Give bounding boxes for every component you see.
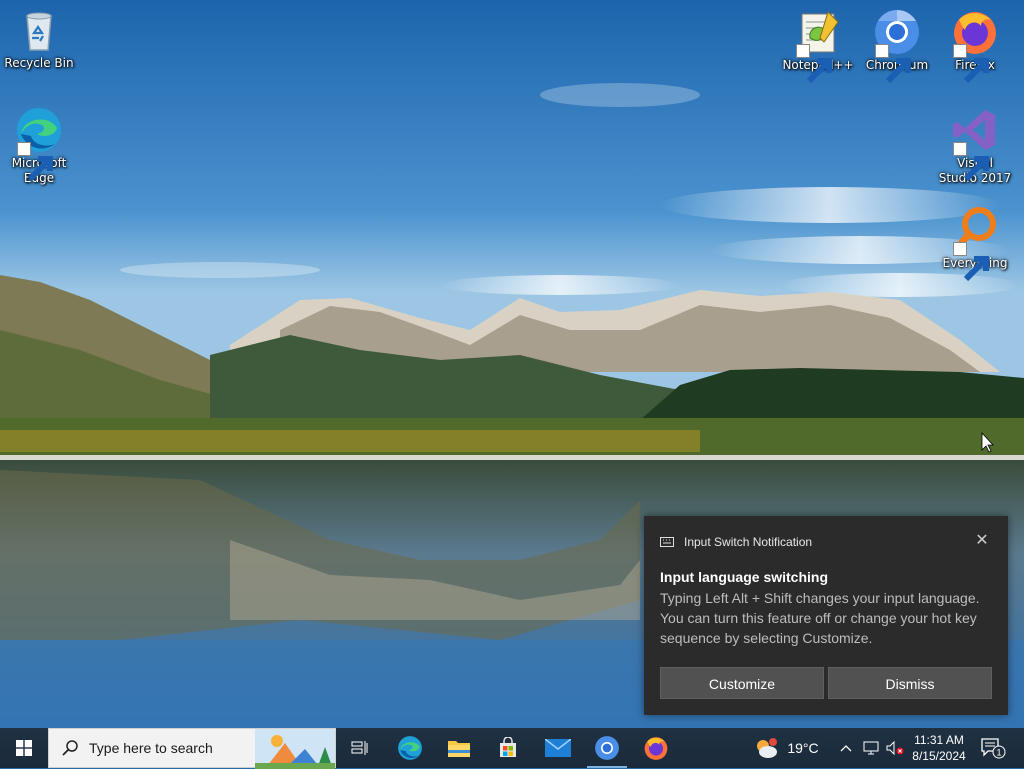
visual-studio-icon bbox=[951, 106, 999, 182]
edge-icon bbox=[15, 106, 63, 182]
task-view-icon bbox=[351, 741, 368, 755]
taskbar-firefox-button[interactable] bbox=[632, 728, 680, 768]
shortcut-arrow-icon bbox=[953, 44, 989, 84]
windows-logo-icon bbox=[16, 740, 32, 756]
clock[interactable]: 11:31 AM 8/15/2024 bbox=[906, 728, 972, 768]
desktop-icon-firefox[interactable]: Firefox bbox=[937, 8, 1013, 84]
firefox-icon bbox=[644, 737, 668, 760]
notepadpp-icon bbox=[794, 8, 842, 84]
folder-icon bbox=[448, 741, 470, 757]
desktop-icon-notepadpp[interactable]: Notepad++ bbox=[780, 8, 856, 84]
desktop-icon-recycle-bin[interactable]: Recycle Bin bbox=[1, 6, 77, 71]
clock-time: 11:31 AM bbox=[914, 733, 964, 747]
taskbar: Type here to search 19°C 11:31 AM 8/15/2… bbox=[0, 728, 1024, 769]
notification-body: Typing Left Alt + Shift changes your inp… bbox=[660, 590, 980, 646]
shortcut-arrow-icon bbox=[953, 242, 989, 282]
weather-temperature[interactable]: 19°C bbox=[783, 728, 823, 768]
search-placeholder: Type here to search bbox=[89, 740, 213, 756]
notification-app-name: Input Switch Notification bbox=[684, 535, 813, 549]
customize-button[interactable]: Customize bbox=[660, 667, 824, 699]
dismiss-button[interactable]: Dismiss bbox=[828, 667, 992, 699]
notification-title: Input language switching bbox=[660, 569, 828, 585]
recycle-bin-icon bbox=[15, 6, 63, 54]
show-hidden-icons-chevron-icon[interactable] bbox=[836, 728, 856, 768]
weather-button[interactable] bbox=[750, 728, 782, 768]
taskbar-file-explorer-button[interactable] bbox=[435, 728, 483, 768]
desktop-icon-microsoft-edge[interactable]: Microsoft Edge bbox=[1, 106, 77, 186]
input-switch-notification: Input Switch Notification ✕ Input langua… bbox=[644, 516, 1008, 715]
volume-muted-icon[interactable] bbox=[884, 728, 906, 768]
mail-icon bbox=[545, 739, 571, 757]
shortcut-arrow-icon bbox=[796, 44, 832, 84]
chromium-icon bbox=[595, 736, 619, 760]
desktop-icon-chromium[interactable]: Chromium bbox=[859, 8, 935, 84]
weather-cloud-sun-icon bbox=[757, 738, 777, 758]
store-icon bbox=[500, 737, 516, 757]
notification-center-icon: 1 bbox=[981, 738, 1006, 759]
keyboard-icon bbox=[660, 537, 674, 547]
task-view-button[interactable] bbox=[336, 728, 384, 768]
shortcut-arrow-icon bbox=[875, 44, 911, 84]
search-highlight-camping-icon bbox=[255, 729, 335, 769]
edge-icon bbox=[398, 736, 422, 760]
taskbar-chromium-button[interactable] bbox=[583, 728, 631, 768]
search-icon bbox=[62, 740, 78, 756]
taskbar-mail-button[interactable] bbox=[534, 728, 582, 768]
taskbar-store-button[interactable] bbox=[484, 728, 532, 768]
network-icon[interactable] bbox=[860, 728, 882, 768]
notification-count-badge: 1 bbox=[996, 748, 1001, 758]
chromium-icon bbox=[873, 8, 921, 84]
taskbar-edge-button[interactable] bbox=[386, 728, 434, 768]
desktop-icon-label: Recycle Bin bbox=[4, 56, 74, 70]
shortcut-arrow-icon bbox=[17, 142, 53, 182]
notification-header: Input Switch Notification bbox=[660, 535, 812, 549]
desktop-icon-everything[interactable]: Everything bbox=[937, 206, 1013, 282]
search-input[interactable]: Type here to search bbox=[48, 728, 336, 769]
start-button[interactable] bbox=[0, 728, 48, 768]
everything-icon bbox=[951, 206, 999, 282]
action-center-button[interactable]: 1 bbox=[978, 728, 1008, 768]
firefox-icon bbox=[951, 8, 999, 84]
clock-date: 8/15/2024 bbox=[912, 749, 966, 763]
shortcut-arrow-icon bbox=[953, 142, 989, 182]
desktop-icon-visual-studio[interactable]: Visual Studio 2017 bbox=[937, 106, 1013, 186]
close-icon[interactable]: ✕ bbox=[974, 532, 990, 548]
